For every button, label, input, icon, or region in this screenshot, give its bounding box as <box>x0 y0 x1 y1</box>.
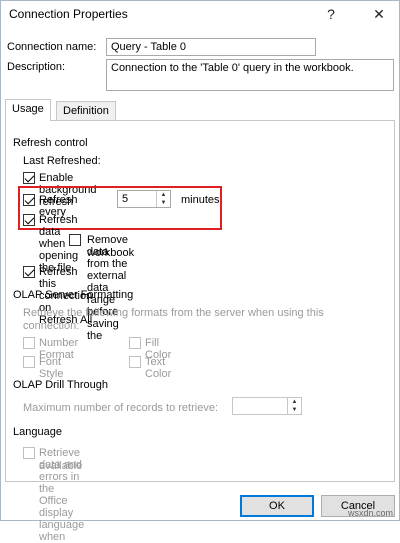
watermark: wsxdn.com <box>347 508 393 518</box>
tab-usage[interactable]: Usage <box>5 99 51 121</box>
olap-drill-title: OLAP Drill Through <box>13 379 108 391</box>
office-language-checkbox[interactable] <box>23 447 35 459</box>
refresh-interval-spinner[interactable]: 5 ▲ ▼ <box>117 190 171 208</box>
text-color-checkbox[interactable] <box>129 356 141 368</box>
spin-up-icon[interactable]: ▲ <box>157 191 170 199</box>
fill-color-checkbox[interactable] <box>129 337 141 349</box>
connection-name-input[interactable]: Query - Table 0 <box>106 38 316 56</box>
olap-formatting-desc: Retrieve the following formats from the … <box>23 307 324 319</box>
description-input[interactable]: Connection to the 'Table 0' query in the… <box>106 59 394 91</box>
description-label: Description: <box>7 61 66 73</box>
spin-up-icon[interactable]: ▲ <box>288 398 301 406</box>
language-title: Language <box>13 426 62 438</box>
help-button[interactable]: ? <box>317 1 345 27</box>
olap-formatting-desc-2: connection: <box>23 320 80 332</box>
number-format-checkbox[interactable] <box>23 337 35 349</box>
remove-data-label-2: workbook <box>87 247 135 259</box>
font-style-label: Font Style <box>39 356 64 380</box>
enable-background-refresh-checkbox[interactable] <box>23 172 35 184</box>
refresh-on-open-checkbox[interactable] <box>23 214 35 226</box>
refresh-on-refresh-all-checkbox[interactable] <box>23 266 35 278</box>
refresh-control-title: Refresh control <box>13 137 88 149</box>
minutes-label: minutes <box>181 194 220 206</box>
close-icon[interactable]: ✕ <box>365 1 393 27</box>
font-style-checkbox[interactable] <box>23 356 35 368</box>
spin-down-icon[interactable]: ▼ <box>288 406 301 414</box>
connection-name-label: Connection name: <box>7 41 97 53</box>
ok-button[interactable]: OK <box>240 495 314 517</box>
text-color-label: Text Color <box>145 356 172 380</box>
office-language-label-2: available <box>39 460 83 472</box>
spin-down-icon[interactable]: ▼ <box>157 199 170 207</box>
dialog-title: Connection Properties <box>9 7 128 21</box>
refresh-on-open-label: Refresh data when opening the file <box>39 214 79 274</box>
last-refreshed-label: Last Refreshed: <box>23 155 101 167</box>
olap-formatting-title: OLAP Server Formatting <box>13 289 134 301</box>
max-records-spinner[interactable]: ▲ ▼ <box>232 397 302 415</box>
refresh-interval-value: 5 <box>122 193 129 205</box>
connection-properties-dialog: Connection Properties ? ✕ Connection nam… <box>0 0 400 543</box>
refresh-every-checkbox[interactable] <box>23 194 35 206</box>
max-records-label: Maximum number of records to retrieve: <box>23 402 219 414</box>
tab-definition[interactable]: Definition <box>56 101 116 120</box>
